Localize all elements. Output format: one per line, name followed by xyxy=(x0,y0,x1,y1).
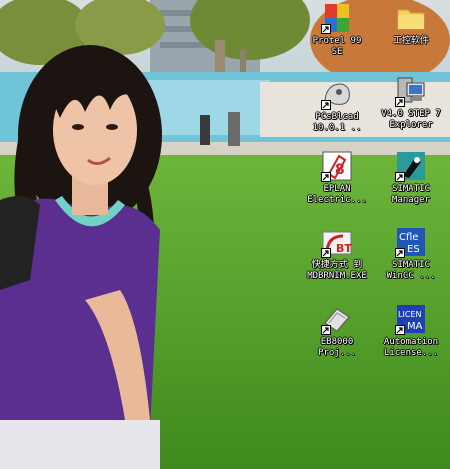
svg-text:Cfle: Cfle xyxy=(399,232,418,243)
shortcut-arrow-icon xyxy=(321,325,331,335)
shortcut-arrow-icon xyxy=(395,248,405,258)
icon-label-line1: PCsBlcad xyxy=(315,112,359,122)
eplan-electric-shortcut[interactable]: 8 EPLAN Electric... xyxy=(302,150,372,206)
icon-label-line2: WinCC ... xyxy=(386,271,436,281)
icon-label-line1: SIMATIC xyxy=(392,184,430,194)
protel-icon xyxy=(321,2,353,34)
gongkong-folder[interactable]: 工控软件 xyxy=(376,2,446,47)
shortcut-arrow-icon xyxy=(321,100,331,110)
icon-label-line2: License... xyxy=(383,348,439,358)
shortcut-arrow-icon xyxy=(395,172,405,182)
icon-label-line1: Automation xyxy=(383,337,439,347)
shortcut-arrow-icon xyxy=(395,97,405,107)
svg-text:BT: BT xyxy=(336,242,352,255)
svg-text:MA: MA xyxy=(407,321,423,332)
pcsbcad-shortcut[interactable]: PCsBlcad 10.0.1 .. xyxy=(302,78,372,134)
bartender-icon: BT xyxy=(321,226,353,258)
svg-text:LICEN: LICEN xyxy=(398,310,421,319)
icon-label-line1: EB8000 xyxy=(320,337,354,347)
eb8000-icon xyxy=(321,303,353,335)
license-icon: LICEN MA xyxy=(395,303,427,335)
simatic-manager-shortcut[interactable]: SIMATIC Manager xyxy=(376,150,446,206)
icon-label-line1: V4.0 STEP 7 xyxy=(381,109,441,119)
icon-label-line2: Manager xyxy=(392,195,430,205)
protel-99-se-shortcut[interactable]: Protel 99 SE xyxy=(302,2,372,58)
pcschematic-icon xyxy=(321,78,353,110)
shortcut-arrow-icon xyxy=(321,248,331,258)
simatic-wincc-shortcut[interactable]: Cfle ES SIMATIC WinCC ... xyxy=(376,226,446,282)
wincc-flexible-icon: Cfle ES xyxy=(395,226,427,258)
shortcut-arrow-icon xyxy=(321,172,331,182)
folder-icon xyxy=(395,2,427,34)
icon-label-line2: SE xyxy=(331,47,343,57)
eplan-icon: 8 xyxy=(321,150,353,182)
svg-text:8: 8 xyxy=(335,162,345,178)
computer-icon xyxy=(395,75,427,107)
icon-label-line1: EPLAN xyxy=(323,184,351,194)
mdbrnim-shortcut[interactable]: BT 快捷方式 到 MDBRNIM.EXE xyxy=(302,226,372,282)
step7-explorer-shortcut[interactable]: V4.0 STEP 7 Explorer xyxy=(376,75,446,131)
eb8000-project-shortcut[interactable]: EB8000 Proj... xyxy=(302,303,372,359)
icon-label-line1: 工控软件 xyxy=(392,36,429,46)
icon-label-line2: Proj... xyxy=(318,348,356,358)
icon-label-line1: 快捷方式 到 xyxy=(311,260,363,270)
icon-label-line2: 10.0.1 .. xyxy=(312,123,362,133)
icon-label-line1: SIMATIC xyxy=(392,260,430,270)
simatic-manager-icon xyxy=(395,150,427,182)
svg-text:ES: ES xyxy=(407,244,420,255)
icon-label-line1: Protel 99 xyxy=(312,36,362,46)
icon-label-line2: Electric... xyxy=(307,195,367,205)
icon-label-line2: MDBRNIM.EXE xyxy=(307,271,367,281)
shortcut-arrow-icon xyxy=(321,24,331,34)
automation-license-shortcut[interactable]: LICEN MA Automation License... xyxy=(376,303,446,359)
icon-label-line2: Explorer xyxy=(389,120,433,130)
shortcut-arrow-icon xyxy=(395,325,405,335)
